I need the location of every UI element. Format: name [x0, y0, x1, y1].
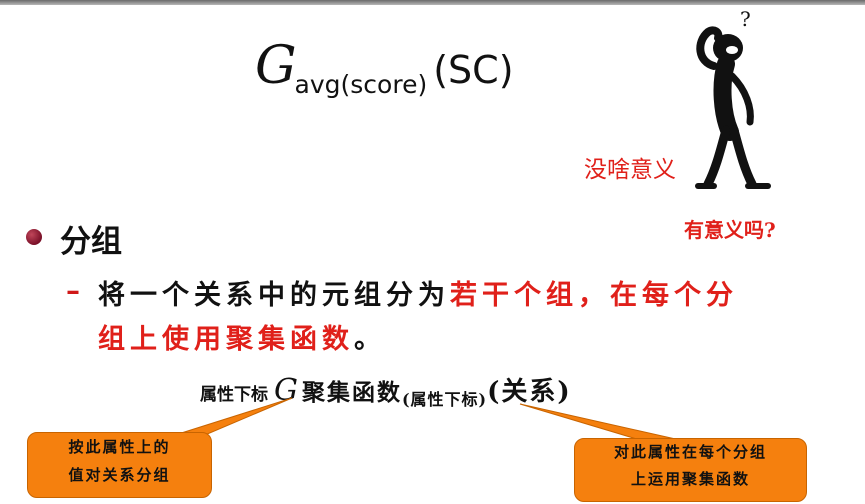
definition-period: 。: [354, 324, 386, 355]
aggregate-subscript: avg(score): [294, 70, 428, 99]
callout-group-by-attribute: 按此属性上的 值对关系分组: [27, 432, 212, 498]
grouping-attribute-subscript: 属性下标: [200, 385, 268, 405]
callout-left-line-1: 按此属性上的: [68, 438, 171, 456]
definition-line-2: 组上使用聚集函数。: [98, 317, 386, 356]
sub-bullet-dash: –: [66, 274, 80, 307]
thinking-figure-icon: ?: [695, 7, 771, 189]
grouping-formula-example: G avg(score) (SC): [255, 40, 514, 110]
definition-text-red: 若干个组，在每个分: [450, 280, 738, 311]
bullet-title: 分组: [60, 224, 122, 260]
definition-line-1: 将一个关系中的元组分为若干个组，在每个分: [98, 273, 738, 312]
meaningful-question-note: 有意义吗?: [684, 218, 776, 242]
callout-aggregate-attribute: 对此属性在每个分组 上运用聚集函数: [574, 438, 807, 502]
general-aggregate-symbol: G: [274, 373, 298, 408]
bullet-icon: [26, 229, 42, 245]
aggregate-symbol: G: [255, 36, 297, 96]
relation-label: (关系): [487, 377, 572, 407]
callout-right-line-2: 上运用聚集函数: [630, 470, 750, 488]
meaningless-note: 没啥意义: [584, 157, 676, 183]
definition-text-black: 将一个关系中的元组分为: [98, 280, 450, 311]
aggregated-attribute-subscript: (属性下标): [401, 390, 488, 409]
question-mark-icon: ?: [740, 7, 751, 31]
callout-left-line-2: 值对关系分组: [68, 466, 171, 484]
aggregate-function-label: 聚集函数: [301, 379, 402, 406]
general-grouping-formula: 属性下标 G 聚集函数 (属性下标) (关系): [200, 371, 572, 411]
relation-argument: (SC): [433, 48, 514, 92]
definition-text-red-2: 组上使用聚集函数: [98, 324, 354, 355]
callout-right-line-1: 对此属性在每个分组: [613, 443, 767, 461]
